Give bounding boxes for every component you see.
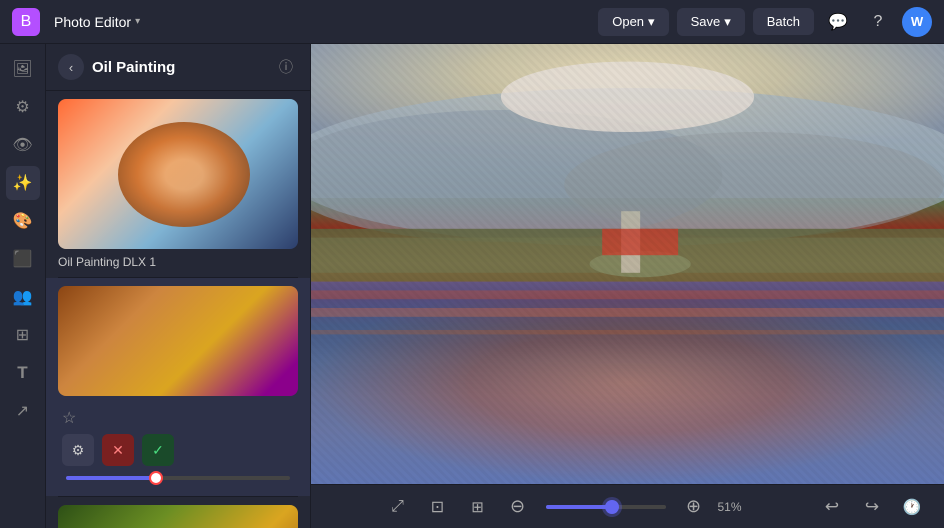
sidebar-item-template[interactable]: ⊞ bbox=[6, 318, 40, 352]
zoom-label: 51% bbox=[718, 500, 754, 514]
app-title-button[interactable]: Photo Editor ▾ bbox=[48, 10, 146, 34]
fit-to-screen-button[interactable]: ⤢ bbox=[382, 491, 414, 523]
sidebar-item-export[interactable]: ↗ bbox=[6, 394, 40, 428]
filter-thumbnail-dlx3 bbox=[58, 505, 298, 528]
sidebar-item-view[interactable]: 👁 bbox=[6, 128, 40, 162]
favorite-star[interactable]: ☆ bbox=[62, 408, 76, 428]
help-button[interactable]: ? bbox=[862, 6, 894, 38]
sidebar-item-people[interactable]: 👥 bbox=[6, 280, 40, 314]
filter-item-dlx2[interactable]: ☆ ⚙ ✕ ✓ bbox=[46, 278, 310, 496]
filter-cancel-button[interactable]: ✕ bbox=[102, 434, 134, 466]
sidebar-item-adjustments[interactable]: ⚙ bbox=[6, 90, 40, 124]
filter-confirm-button[interactable]: ✓ bbox=[142, 434, 174, 466]
app-title-chevron: ▾ bbox=[135, 16, 140, 27]
filter-item-dlx1[interactable]: Oil Painting DLX 1 bbox=[46, 91, 310, 277]
canvas-image-background bbox=[311, 44, 944, 484]
user-avatar[interactable]: W bbox=[902, 7, 932, 37]
sidebar-item-media[interactable]: 🖼 bbox=[6, 52, 40, 86]
filter-item-dlx3[interactable]: Oil Painting DLX 3 bbox=[46, 497, 310, 528]
filter-name-dlx1: Oil Painting DLX 1 bbox=[58, 255, 298, 269]
batch-button[interactable]: Batch bbox=[753, 8, 814, 35]
filter-panel: ‹ Oil Painting ⓘ Oil Painting DLX 1 ☆ bbox=[46, 44, 311, 528]
sidebar-item-layers[interactable]: ⬛ bbox=[6, 242, 40, 276]
filter-panel-title: Oil Painting bbox=[92, 59, 266, 76]
icon-sidebar: 🖼 ⚙ 👁 ✨ 🎨 ⬛ 👥 ⊞ T ↗ bbox=[0, 44, 46, 528]
zoom-out-button[interactable]: ⊖ bbox=[502, 491, 534, 523]
sidebar-item-effects[interactable]: ✨ bbox=[6, 166, 40, 200]
filter-list: Oil Painting DLX 1 ☆ ⚙ ✕ ✓ bbox=[46, 91, 310, 528]
sidebar-item-retouch[interactable]: 🎨 bbox=[6, 204, 40, 238]
grid-button[interactable]: ⊞ bbox=[462, 491, 494, 523]
main-area: 🖼 ⚙ 👁 ✨ 🎨 ⬛ 👥 ⊞ T ↗ ‹ Oil Painting ⓘ Oil… bbox=[0, 44, 944, 528]
info-button[interactable]: ⓘ bbox=[274, 55, 298, 79]
app-title-label: Photo Editor bbox=[54, 14, 131, 30]
zoom-in-button[interactable]: ⊕ bbox=[678, 491, 710, 523]
filter-thumbnail-dlx2 bbox=[58, 286, 298, 396]
canvas-image bbox=[311, 44, 944, 484]
open-button[interactable]: Open ▾ bbox=[598, 8, 668, 36]
back-button[interactable]: ‹ bbox=[58, 54, 84, 80]
filter-controls: ☆ ⚙ ✕ ✓ bbox=[58, 402, 298, 488]
zoom-thumb[interactable] bbox=[605, 500, 619, 514]
history-button[interactable]: 🕐 bbox=[896, 491, 928, 523]
canvas-area: ⤢ ⊡ ⊞ ⊖ ⊕ 51% ↩ ↪ 🕐 bbox=[311, 44, 944, 528]
redo-button[interactable]: ↪ bbox=[856, 491, 888, 523]
chat-button[interactable]: 💬 bbox=[822, 6, 854, 38]
zoom-slider-wrap bbox=[546, 505, 666, 509]
app-logo: B bbox=[12, 8, 40, 36]
filter-thumbnail-dlx1 bbox=[58, 99, 298, 249]
undo-button[interactable]: ↩ bbox=[816, 491, 848, 523]
crop-button[interactable]: ⊡ bbox=[422, 491, 454, 523]
zoom-slider[interactable] bbox=[546, 505, 666, 509]
filter-settings-button[interactable]: ⚙ bbox=[62, 434, 94, 466]
filter-panel-header: ‹ Oil Painting ⓘ bbox=[46, 44, 310, 91]
filter-intensity-slider[interactable] bbox=[66, 476, 290, 480]
sidebar-item-text[interactable]: T bbox=[6, 356, 40, 390]
bottom-toolbar: ⤢ ⊡ ⊞ ⊖ ⊕ 51% ↩ ↪ 🕐 bbox=[311, 484, 944, 528]
zoom-fill bbox=[546, 505, 612, 509]
topbar: B Photo Editor ▾ Open ▾ Save ▾ Batch 💬 ?… bbox=[0, 0, 944, 44]
filter-slider-row bbox=[58, 474, 298, 484]
save-button[interactable]: Save ▾ bbox=[677, 8, 745, 36]
